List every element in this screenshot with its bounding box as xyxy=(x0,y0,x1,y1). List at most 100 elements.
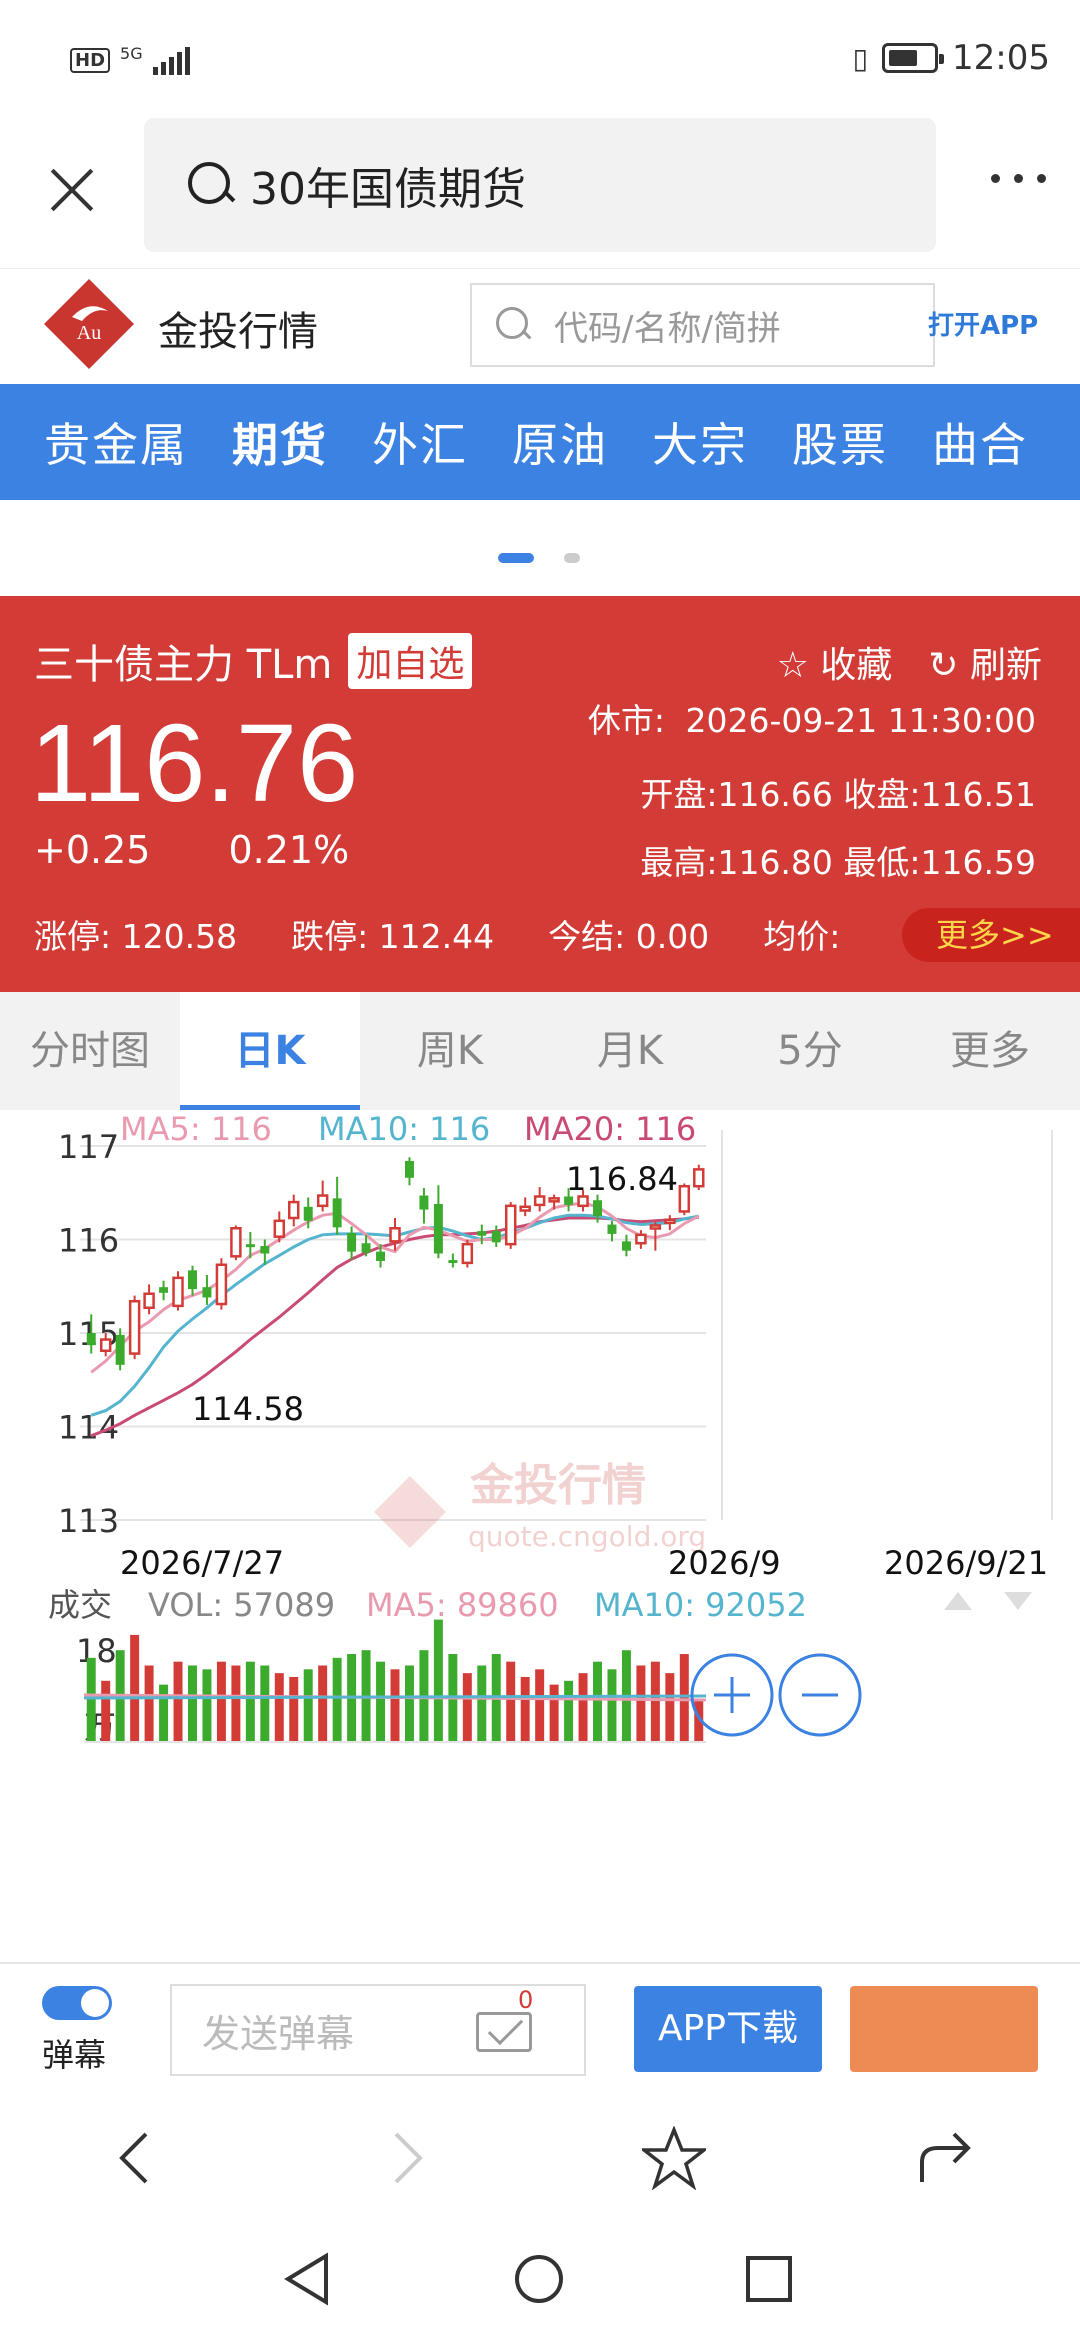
quote-actions: ☆ 收藏 ↻ 刷新 xyxy=(777,636,1042,688)
candle xyxy=(245,1244,255,1248)
open-close: 开盘:116.66 收盘:116.51 xyxy=(640,775,1036,814)
share-icon[interactable] xyxy=(914,2126,978,2190)
volume-ma5: MA5: 89860 xyxy=(366,1586,559,1624)
browser-search-text: 30年国债期货 xyxy=(250,164,526,215)
candle xyxy=(477,1231,487,1236)
candle xyxy=(533,1195,546,1207)
battery-icon xyxy=(882,43,945,73)
tab-intraday[interactable]: 分时图 xyxy=(0,992,180,1110)
contract-title: 三十债主力 TLm 加自选 xyxy=(34,632,473,690)
tab-more[interactable]: 更多 xyxy=(900,992,1080,1110)
ma20-legend: MA20: 116 xyxy=(524,1110,696,1148)
nav-item-commodities[interactable]: 大宗 xyxy=(652,409,748,475)
period-tabs: 分时图 日K 周K 月K 5分 更多 xyxy=(0,992,1080,1110)
status-bar: HD 5G ▯ 12:05 xyxy=(0,0,1080,120)
candle xyxy=(188,1270,197,1290)
market-status: 休市: 2026-09-21 11:30:00 xyxy=(588,694,1036,742)
more-menu-icon[interactable] xyxy=(991,174,1046,183)
danmu-toggle[interactable] xyxy=(42,1986,112,2020)
candle xyxy=(159,1287,169,1293)
limit-up: 涨停: 120.58 xyxy=(34,917,238,956)
refresh-icon: ↻ xyxy=(928,645,970,686)
settle-price: 今结: 0.00 xyxy=(548,917,710,956)
volume-bar xyxy=(607,1669,617,1742)
refresh-button[interactable]: ↻ 刷新 xyxy=(928,636,1042,688)
volume-bar xyxy=(404,1665,414,1742)
nav-item-crude[interactable]: 原油 xyxy=(512,409,608,475)
open-app-button[interactable]: 打开APP xyxy=(928,305,1038,342)
volume-bar xyxy=(679,1654,689,1742)
status-left: HD 5G xyxy=(70,44,190,77)
message-count: 0 xyxy=(518,1986,534,2014)
candle xyxy=(376,1251,386,1262)
danmu-label: 弹幕 xyxy=(42,2036,107,2074)
candle xyxy=(288,1200,300,1220)
close-icon[interactable] xyxy=(40,158,104,222)
tab-weekly-k[interactable]: 周K xyxy=(360,992,540,1110)
candle xyxy=(491,1231,501,1243)
back-icon[interactable] xyxy=(104,2126,168,2190)
volume-bar xyxy=(549,1684,559,1742)
volume-ma10: MA10: 92052 xyxy=(594,1586,807,1624)
system-back-icon[interactable] xyxy=(282,2252,332,2306)
page-dot xyxy=(564,553,580,563)
candle xyxy=(693,1168,705,1188)
danmu-input[interactable]: 发送弹幕 0 xyxy=(170,1984,586,2076)
candle xyxy=(128,1299,141,1355)
limit-down: 跌停: 112.44 xyxy=(291,917,495,956)
y-tick-label: 116 xyxy=(58,1222,119,1260)
forward-icon[interactable] xyxy=(374,2126,438,2190)
volume-value: VOL: 57089 xyxy=(148,1586,335,1624)
candle xyxy=(433,1203,443,1254)
bookmark-star-icon[interactable] xyxy=(642,2126,706,2190)
volume-bar xyxy=(289,1676,299,1742)
site-logo[interactable]: Au xyxy=(42,277,136,371)
candle xyxy=(607,1224,617,1234)
category-nav: 贵金属 期货 外汇 原油 大宗 股票 曲合 xyxy=(0,384,1080,500)
candle xyxy=(99,1338,112,1353)
kline-chart[interactable]: MA5: 116MA10: 116MA20: 11611711611511411… xyxy=(0,1110,1080,1920)
nav-item-stocks[interactable]: 股票 xyxy=(792,409,888,475)
nav-item-futures[interactable]: 期货 xyxy=(232,409,328,475)
volume-bar xyxy=(274,1673,284,1742)
volume-bar xyxy=(318,1665,328,1742)
volume-bar xyxy=(564,1680,574,1742)
nav-item-precious-metals[interactable]: 贵金属 xyxy=(44,409,188,475)
tab-daily-k[interactable]: 日K xyxy=(180,992,360,1110)
candle xyxy=(347,1232,357,1252)
volume-bar xyxy=(159,1684,169,1742)
candle xyxy=(461,1242,474,1265)
price-change: +0.25 0.21% xyxy=(34,828,349,872)
more-quote-button[interactable]: 更多>> xyxy=(902,908,1080,962)
system-home-icon[interactable] xyxy=(512,2252,566,2306)
nav-item-more[interactable]: 曲合 xyxy=(932,409,1028,475)
ma10-legend: MA10: 116 xyxy=(318,1110,490,1148)
tab-5min[interactable]: 5分 xyxy=(720,992,900,1110)
candle xyxy=(86,1333,96,1346)
nav-item-forex[interactable]: 外汇 xyxy=(372,409,468,475)
add-watchlist-button[interactable]: 加自选 xyxy=(348,633,473,689)
volume-bar xyxy=(101,1680,111,1742)
volume-bar xyxy=(173,1661,183,1742)
favorite-button[interactable]: ☆ 收藏 xyxy=(777,636,893,688)
quote-panel: 三十债主力 TLm 加自选 ☆ 收藏 ↻ 刷新 116.76 +0.25 0.2… xyxy=(0,596,1080,992)
volume-bar xyxy=(477,1665,487,1742)
system-recents-icon[interactable] xyxy=(744,2252,794,2306)
app-download-button[interactable]: APP下载 xyxy=(634,1986,822,2072)
volume-bar xyxy=(245,1661,255,1742)
kline-svg: MA5: 116MA10: 116MA20: 11611711611511411… xyxy=(48,1110,1053,1746)
message-icon[interactable] xyxy=(476,2012,532,2052)
scroll-down-icon xyxy=(1004,1592,1032,1610)
status-time: 2026-09-21 11:30:00 xyxy=(685,701,1036,740)
volume-bar xyxy=(376,1661,386,1742)
bottom-action-bar: 弹幕 发送弹幕 0 APP下载 xyxy=(0,1962,1080,2092)
browser-search-box[interactable]: 30年国债期货 xyxy=(144,118,936,252)
volume-bar xyxy=(303,1669,313,1742)
browser-bar: 30年国债期货 xyxy=(0,118,1080,268)
tab-monthly-k[interactable]: 月K xyxy=(540,992,720,1110)
signal-icon xyxy=(152,46,190,75)
orange-action-button[interactable] xyxy=(850,1986,1038,2072)
volume-bar xyxy=(231,1665,241,1742)
browser-nav xyxy=(0,2092,1080,2222)
site-search-input[interactable]: 代码/名称/简拼 xyxy=(470,283,935,367)
